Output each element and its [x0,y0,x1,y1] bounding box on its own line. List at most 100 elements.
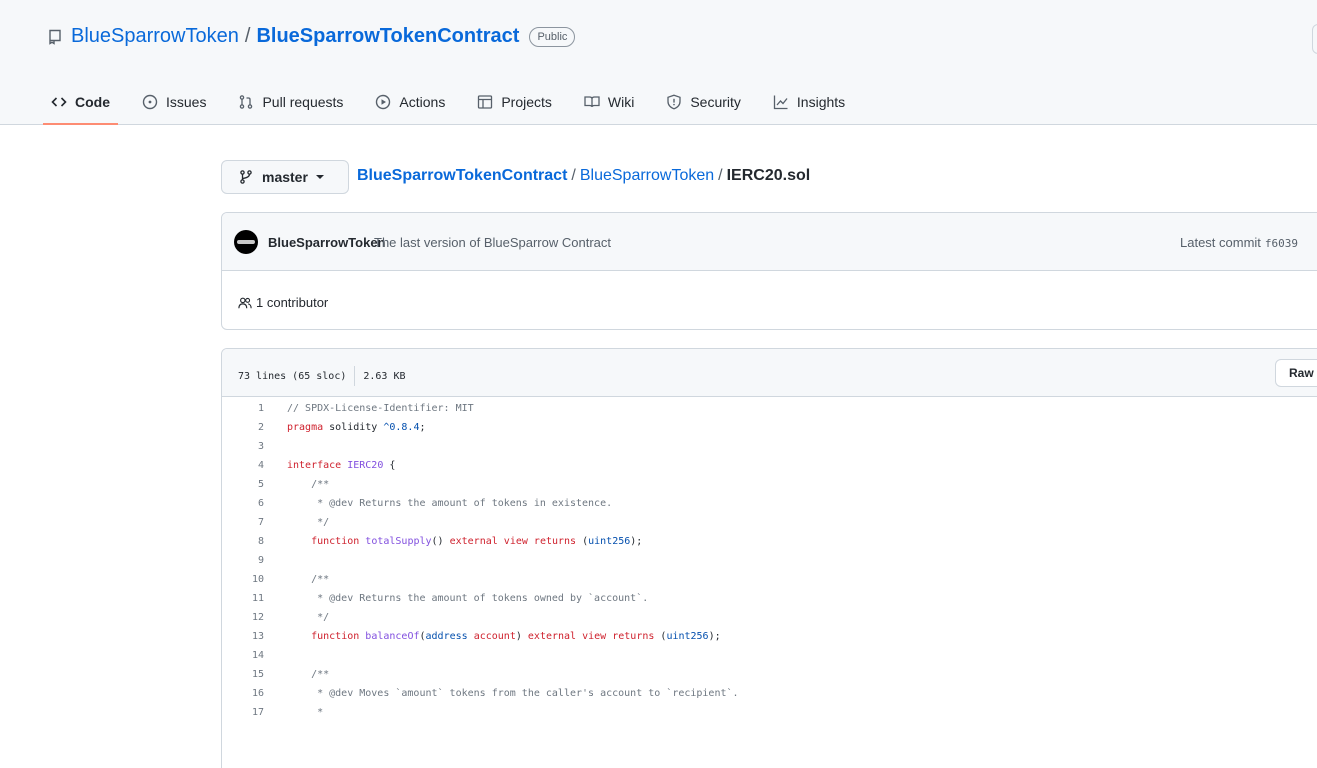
code-token: returns [533,536,577,547]
tab-projects[interactable]: Projects [469,80,560,123]
line-content: /** [287,475,329,494]
code-line: 2 pragma solidity ^0.8.4; [222,418,1317,437]
line-number[interactable]: 7 [222,513,264,532]
git-pull-request-icon [238,94,254,110]
contributors-link[interactable]: 1 contributor [238,295,328,310]
line-number[interactable]: 17 [222,703,264,722]
code-line: 11 * @dev Returns the amount of tokens o… [222,589,1317,608]
latest-commit-info: Latest commit f6039 [1180,235,1298,250]
code-token: uint256 [588,536,631,547]
breadcrumb-file-name: IERC20.sol [726,167,811,184]
code-token: interface [287,460,342,471]
line-number[interactable]: 6 [222,494,264,513]
breadcrumb-separator: / [718,167,723,184]
line-content: /** [287,570,329,589]
code-line: 1 // SPDX-License-Identifier: MIT [222,399,1317,418]
chevron-down-icon [315,175,324,179]
breadcrumb-dir-link[interactable]: BlueSparrowToken [580,167,714,184]
code-token: external [449,536,498,547]
tab-issues[interactable]: Issues [134,80,214,123]
tab-actions[interactable]: Actions [367,80,453,123]
code-line: 10 /** [222,570,1317,589]
file-info: 73 lines (65 sloc) 2.63 KB [238,366,406,386]
code-line: 17 * [222,703,1317,722]
avatar[interactable] [234,230,258,254]
tab-label: Security [690,93,741,110]
tab-label: Insights [796,93,846,110]
repo-name-link[interactable]: BlueSparrowTokenContract [256,25,519,48]
file-viewer: 73 lines (65 sloc) 2.63 KB Raw 1 // SPDX-… [221,348,1317,768]
line-number[interactable]: 4 [222,456,264,475]
code-token: returns [612,631,655,642]
tab-pull-requests[interactable]: Pull requests [230,80,351,123]
line-content: // SPDX-License-Identifier: MIT [287,399,474,418]
header-action-button[interactable] [1312,24,1317,54]
code-token: * @dev Returns the amount of tokens in e… [287,498,613,509]
line-number[interactable]: 8 [222,532,264,551]
repo-owner-link[interactable]: BlueSparrowToken [71,25,239,48]
line-number[interactable]: 5 [222,475,264,494]
line-number[interactable]: 10 [222,570,264,589]
line-content: pragma solidity ^0.8.4; [287,418,426,437]
code-line: 15 /** [222,665,1317,684]
line-number[interactable]: 14 [222,646,264,665]
tab-label: Issues [166,93,207,110]
code-token: */ [287,612,330,623]
code-token: /** [287,574,330,585]
file-line-count: 73 lines (65 sloc) [238,370,347,382]
tab-label: Projects [501,93,552,110]
issue-opened-icon [142,94,158,110]
line-content: * [287,703,323,722]
code-view: 1 // SPDX-License-Identifier: MIT 2 pragma … [222,399,1317,722]
commit-message-link[interactable]: The last version of BlueSparrow Contract [374,235,611,250]
code-token: account [473,631,516,642]
code-token: */ [287,517,330,528]
book-icon [584,94,600,110]
line-number[interactable]: 15 [222,665,264,684]
code-token: ; [419,422,426,433]
code-token: external [527,631,577,642]
code-line: 16 * @dev Moves `amount` tokens from the… [222,684,1317,703]
branch-label: master [262,169,308,185]
code-token: /** [287,479,330,490]
latest-commit-row: BlueSparrowToken The last version of Blu… [222,213,1317,271]
breadcrumb-repo-link[interactable]: BlueSparrowTokenContract [357,167,567,184]
code-token: function [311,536,360,547]
code-token: * [287,707,324,718]
line-number[interactable]: 13 [222,627,264,646]
code-token: function [311,631,360,642]
tab-code[interactable]: Code [43,80,118,125]
code-line: 14 [222,646,1317,665]
breadcrumb-separator: / [571,167,576,184]
code-token: * @dev Moves `amount` tokens from the ca… [287,688,739,699]
code-line: 4 interface IERC20 { [222,456,1317,475]
repo-header: BlueSparrowToken / BlueSparrowTokenContr… [0,0,1317,125]
line-number[interactable]: 11 [222,589,264,608]
line-number[interactable]: 1 [222,399,264,418]
branch-select-button[interactable]: master [221,160,349,194]
file-header: 73 lines (65 sloc) 2.63 KB Raw [222,349,1317,397]
code-token: ^0.8.4 [383,422,420,433]
tab-insights[interactable]: Insights [765,80,853,123]
line-number[interactable]: 12 [222,608,264,627]
line-number[interactable]: 2 [222,418,264,437]
tab-security[interactable]: Security [658,80,749,123]
line-number[interactable]: 3 [222,437,264,456]
line-number[interactable]: 9 [222,551,264,570]
line-content: * @dev Returns the amount of tokens owne… [287,589,648,608]
commit-author-link[interactable]: BlueSparrowToken [268,235,386,250]
code-token: view [582,631,607,642]
code-line: 3 [222,437,1317,456]
line-content: function totalSupply() external view ret… [287,532,642,551]
repo-title: BlueSparrowToken / BlueSparrowTokenContr… [47,25,576,48]
line-number[interactable]: 16 [222,684,264,703]
code-token: view [503,536,528,547]
repo-icon [47,29,63,45]
tab-wiki[interactable]: Wiki [576,80,642,123]
graph-icon [773,94,789,110]
code-token: { [383,460,396,471]
commit-sha-link[interactable]: f6039 [1265,237,1298,250]
code-token: * @dev Returns the amount of tokens owne… [287,593,649,604]
raw-button[interactable]: Raw [1275,359,1317,387]
